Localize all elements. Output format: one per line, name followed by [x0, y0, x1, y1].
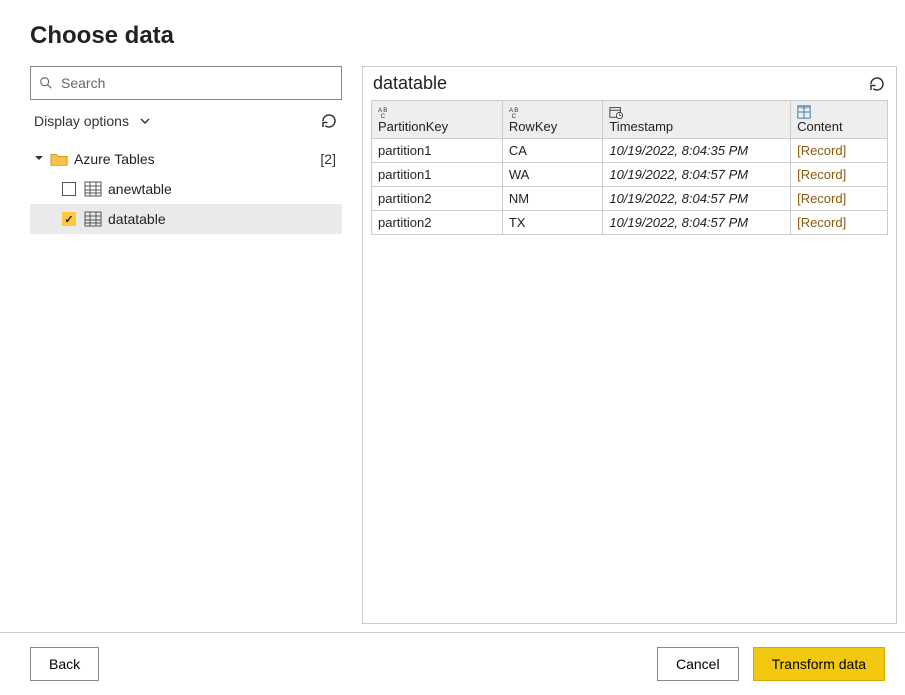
preview-pane: datatable ABCPartitionKey ABCRowKey [362, 66, 897, 624]
cell-rowkey: TX [502, 211, 603, 235]
col-header-timestamp[interactable]: Timestamp [603, 101, 791, 139]
tree-folder-label: Azure Tables [74, 151, 320, 167]
refresh-tree-button[interactable] [320, 112, 338, 130]
tree-item-label: anewtable [108, 181, 338, 197]
search-box[interactable] [30, 66, 342, 100]
page-title: Choose data [30, 22, 875, 50]
checkbox-anewtable[interactable] [62, 182, 76, 196]
back-button[interactable]: Back [30, 647, 99, 681]
table-icon [84, 211, 102, 227]
col-header-rowkey[interactable]: ABCRowKey [502, 101, 603, 139]
footer: Back Cancel Transform data [0, 632, 905, 695]
cell-timestamp: 10/19/2022, 8:04:57 PM [603, 211, 791, 235]
transform-data-button[interactable]: Transform data [753, 647, 885, 681]
cell-content[interactable]: [Record] [791, 163, 888, 187]
display-options-button[interactable]: Display options [34, 113, 129, 129]
tree-item-datatable[interactable]: datatable [30, 204, 342, 234]
cell-rowkey: CA [502, 139, 603, 163]
table-row[interactable]: partition2NM10/19/2022, 8:04:57 PM[Recor… [372, 187, 888, 211]
table-header-row: ABCPartitionKey ABCRowKey Timestamp Cont… [372, 101, 888, 139]
cell-timestamp: 10/19/2022, 8:04:35 PM [603, 139, 791, 163]
preview-table: ABCPartitionKey ABCRowKey Timestamp Cont… [371, 100, 888, 235]
cell-partition: partition1 [372, 139, 503, 163]
left-pane: Display options Azure Tables [30, 66, 342, 624]
navigator-tree: Azure Tables [2] anewtable datatable [30, 144, 342, 234]
table-row[interactable]: partition1WA10/19/2022, 8:04:57 PM[Recor… [372, 163, 888, 187]
cell-rowkey: NM [502, 187, 603, 211]
col-header-content[interactable]: Content [791, 101, 888, 139]
cell-timestamp: 10/19/2022, 8:04:57 PM [603, 163, 791, 187]
tree-folder-azure-tables[interactable]: Azure Tables [2] [30, 144, 342, 174]
cell-partition: partition2 [372, 187, 503, 211]
tree-item-anewtable[interactable]: anewtable [30, 174, 342, 204]
cell-timestamp: 10/19/2022, 8:04:57 PM [603, 187, 791, 211]
folder-icon [50, 151, 68, 167]
table-row[interactable]: partition1CA10/19/2022, 8:04:35 PM[Recor… [372, 139, 888, 163]
table-row[interactable]: partition2TX10/19/2022, 8:04:57 PM[Recor… [372, 211, 888, 235]
cell-partition: partition2 [372, 211, 503, 235]
checkbox-datatable[interactable] [62, 212, 76, 226]
preview-title: datatable [373, 73, 447, 94]
cell-content[interactable]: [Record] [791, 139, 888, 163]
col-header-partitionkey[interactable]: ABCPartitionKey [372, 101, 503, 139]
chevron-down-icon[interactable] [139, 115, 151, 127]
tree-folder-count: [2] [320, 151, 336, 167]
table-icon [84, 181, 102, 197]
search-input[interactable] [59, 74, 333, 92]
cell-partition: partition1 [372, 163, 503, 187]
cancel-button[interactable]: Cancel [657, 647, 739, 681]
tree-item-label: datatable [108, 211, 338, 227]
cell-rowkey: WA [502, 163, 603, 187]
refresh-preview-button[interactable] [868, 75, 886, 93]
cell-content[interactable]: [Record] [791, 187, 888, 211]
search-icon [39, 76, 53, 90]
cell-content[interactable]: [Record] [791, 211, 888, 235]
collapse-toggle-icon[interactable] [34, 153, 46, 165]
